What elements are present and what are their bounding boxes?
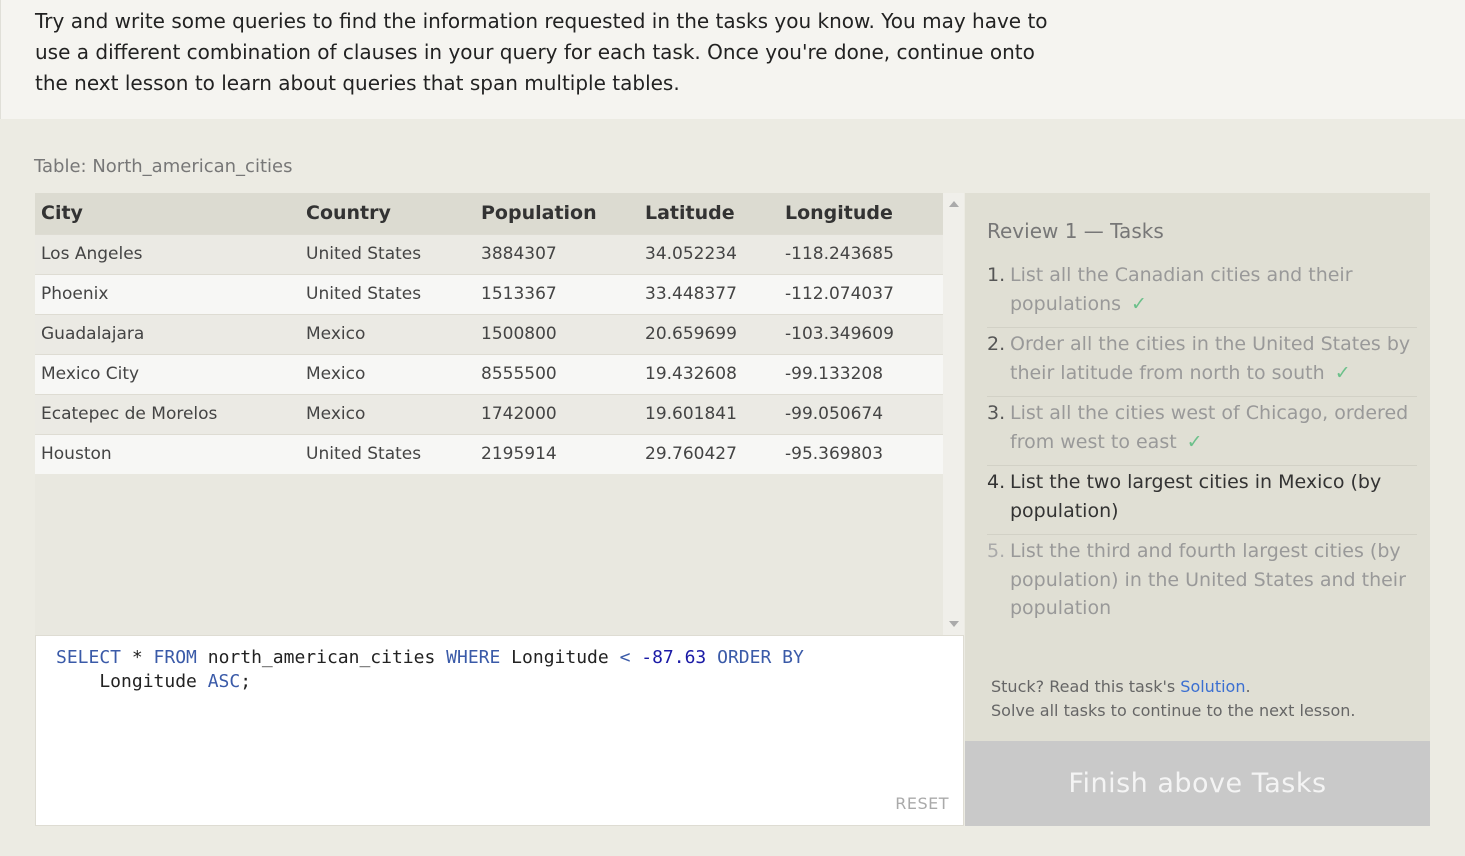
task-number: 3.	[987, 402, 1006, 424]
help-text: Stuck? Read this task's Solution. Solve …	[991, 675, 1355, 723]
cell-city: Ecatepec de Morelos	[35, 393, 300, 434]
code-value: -87.63	[641, 647, 707, 668]
cell-longitude: -99.133208	[779, 353, 943, 394]
reset-button[interactable]: RESET	[895, 794, 949, 813]
table-row: Los Angeles United States 3884307 34.052…	[35, 233, 943, 274]
table-label: Table: North_american_cities	[34, 156, 293, 177]
sql-query-text[interactable]: SELECT * FROM north_american_cities WHER…	[56, 646, 804, 694]
code-star: *	[121, 647, 154, 668]
cell-latitude: 19.601841	[639, 393, 779, 434]
cell-city: Guadalajara	[35, 313, 300, 354]
kw-order-by: ORDER BY	[717, 647, 804, 668]
task-number: 5.	[987, 540, 1006, 562]
table-row: Ecatepec de Morelos Mexico 1742000 19.60…	[35, 393, 943, 434]
results-table-container: City Country Population Latitude Longitu…	[35, 193, 943, 635]
cell-city: Phoenix	[35, 273, 300, 314]
code-semicolon: ;	[240, 671, 252, 692]
task-text: List all the cities west of Chicago, ord…	[1010, 402, 1409, 453]
cell-country: United States	[300, 433, 475, 474]
cell-country: Mexico	[300, 353, 475, 394]
kw-asc: ASC	[207, 671, 241, 692]
cell-population: 8555500	[475, 353, 639, 394]
finish-tasks-button[interactable]: Finish above Tasks	[965, 741, 1430, 826]
solve-all-text: Solve all tasks to continue to the next …	[991, 701, 1356, 720]
cell-latitude: 33.448377	[639, 273, 779, 314]
task-list: 1. List all the Canadian cities and thei…	[987, 260, 1417, 633]
checkmark-icon: ✓	[1334, 361, 1351, 384]
cell-longitude: -103.349609	[779, 313, 943, 354]
table-row: Guadalajara Mexico 1500800 20.659699 -10…	[35, 313, 943, 354]
solution-link[interactable]: Solution	[1180, 677, 1245, 696]
table-row: Mexico City Mexico 8555500 19.432608 -99…	[35, 353, 943, 394]
task-text: List all the Canadian cities and their p…	[1010, 264, 1353, 315]
task-item-2: 2. Order all the cities in the United St…	[987, 329, 1417, 397]
task-number: 1.	[987, 264, 1006, 286]
cell-latitude: 34.052234	[639, 233, 779, 274]
scroll-down-arrow-icon[interactable]	[949, 621, 959, 627]
sql-editor[interactable]: SELECT * FROM north_american_cities WHER…	[35, 635, 964, 826]
code-column-2: Longitude	[56, 671, 208, 692]
cell-latitude: 20.659699	[639, 313, 779, 354]
stuck-line: Stuck? Read this task's Solution.	[991, 677, 1251, 696]
kw-from: FROM	[153, 647, 197, 668]
code-operator: <	[619, 647, 631, 668]
kw-select: SELECT	[56, 647, 122, 668]
task-number: 2.	[987, 333, 1006, 355]
cell-latitude: 19.432608	[639, 353, 779, 394]
column-header-population: Population	[475, 193, 639, 234]
column-header-country: Country	[300, 193, 475, 234]
tasks-panel: Review 1 — Tasks 1. List all the Canadia…	[965, 193, 1430, 741]
code-column: Longitude	[500, 647, 620, 668]
task-item-3: 3. List all the cities west of Chicago, …	[987, 398, 1417, 466]
cell-longitude: -99.050674	[779, 393, 943, 434]
task-item-5: 5. List the third and fourth largest cit…	[987, 536, 1417, 632]
code-table: north_american_cities	[196, 647, 447, 668]
cell-country: United States	[300, 273, 475, 314]
cell-city: Houston	[35, 433, 300, 474]
column-header-city: City	[35, 193, 300, 234]
cell-city: Mexico City	[35, 353, 300, 394]
cell-country: Mexico	[300, 313, 475, 354]
cell-population: 3884307	[475, 233, 639, 274]
cell-city: Los Angeles	[35, 233, 300, 274]
cell-country: Mexico	[300, 393, 475, 434]
table-row: Phoenix United States 1513367 33.448377 …	[35, 273, 943, 314]
cell-longitude: -118.243685	[779, 233, 943, 274]
cell-population: 1500800	[475, 313, 639, 354]
cell-longitude: -112.074037	[779, 273, 943, 314]
table-row: Houston United States 2195914 29.760427 …	[35, 433, 943, 474]
checkmark-icon: ✓	[1186, 430, 1203, 453]
kw-where: WHERE	[446, 647, 501, 668]
table-scrollbar[interactable]	[943, 193, 964, 635]
cell-longitude: -95.369803	[779, 433, 943, 474]
column-header-longitude: Longitude	[779, 193, 943, 234]
column-header-latitude: Latitude	[639, 193, 779, 234]
cell-population: 1513367	[475, 273, 639, 314]
cell-population: 1742000	[475, 393, 639, 434]
task-number: 4.	[987, 471, 1006, 493]
results-table: City Country Population Latitude Longitu…	[35, 193, 943, 474]
cell-latitude: 29.760427	[639, 433, 779, 474]
task-text: List the third and fourth largest cities…	[1010, 540, 1406, 619]
task-text: List the two largest cities in Mexico (b…	[1010, 471, 1382, 522]
cell-population: 2195914	[475, 433, 639, 474]
cell-country: United States	[300, 233, 475, 274]
task-item-4: 4. List the two largest cities in Mexico…	[987, 467, 1417, 535]
scroll-up-arrow-icon[interactable]	[949, 201, 959, 207]
intro-text: Try and write some queries to find the i…	[35, 9, 1048, 95]
table-header-row: City Country Population Latitude Longitu…	[35, 193, 943, 234]
lesson-intro: Try and write some queries to find the i…	[0, 0, 1465, 119]
tasks-title: Review 1 — Tasks	[987, 219, 1164, 243]
checkmark-icon: ✓	[1131, 292, 1147, 315]
task-item-1: 1. List all the Canadian cities and thei…	[987, 260, 1417, 328]
